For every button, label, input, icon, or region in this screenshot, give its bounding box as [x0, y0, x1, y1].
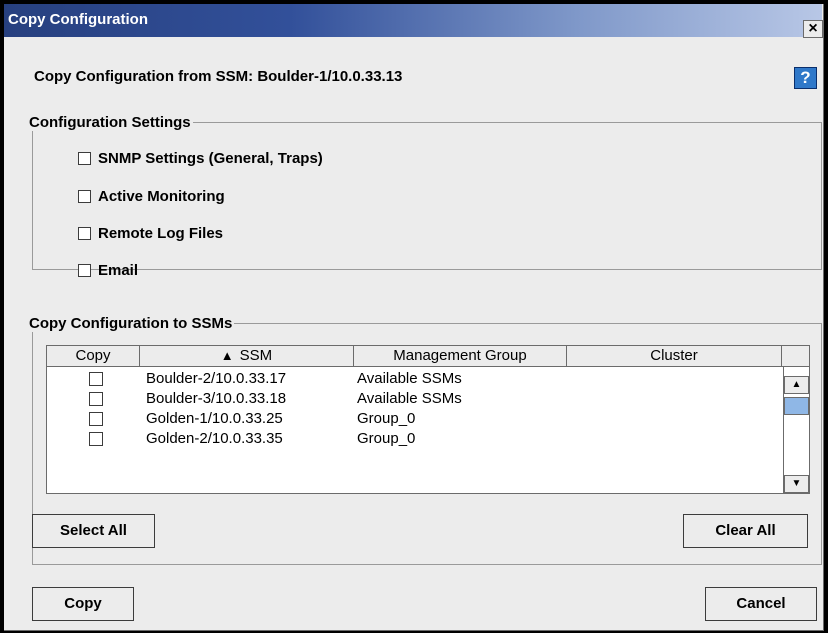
option-remote-log-files[interactable]: Remote Log Files	[78, 225, 223, 242]
copy-button[interactable]: Copy	[32, 587, 134, 621]
clear-all-button[interactable]: Clear All	[683, 514, 808, 548]
table-row[interactable]: Boulder-2/10.0.33.17 Available SSMs	[47, 369, 783, 389]
window-title: Copy Configuration	[8, 11, 148, 28]
row-management-group: Group_0	[357, 410, 416, 427]
scroll-up-arrow-icon[interactable]: ▲	[784, 376, 809, 394]
column-header-ssm[interactable]: ▲ SSM	[140, 346, 354, 366]
source-ssm-label: Copy Configuration from SSM: Boulder-1/1…	[34, 68, 403, 85]
table-row[interactable]: Golden-2/10.0.33.35 Group_0	[47, 429, 783, 449]
option-active-monitoring[interactable]: Active Monitoring	[78, 188, 225, 205]
configuration-settings-legend: Configuration Settings	[29, 114, 191, 131]
cancel-button[interactable]: Cancel	[705, 587, 817, 621]
row-ssm: Golden-1/10.0.33.25	[146, 410, 283, 427]
option-email[interactable]: Email	[78, 262, 138, 279]
column-header-ssm-label: SSM	[239, 347, 273, 364]
snmp-settings-checkbox[interactable]	[78, 152, 91, 165]
active-monitoring-checkbox[interactable]	[78, 190, 91, 203]
row-ssm: Boulder-3/10.0.33.18	[146, 390, 287, 407]
row-copy-checkbox[interactable]	[89, 432, 103, 446]
column-header-copy[interactable]: Copy	[47, 346, 140, 366]
row-management-group: Group_0	[357, 430, 416, 447]
email-checkbox[interactable]	[78, 264, 91, 277]
help-button[interactable]: ?	[794, 67, 817, 89]
row-copy-checkbox[interactable]	[89, 412, 103, 426]
scroll-thumb[interactable]	[784, 397, 809, 415]
snmp-settings-label: SNMP Settings (General, Traps)	[98, 150, 323, 167]
table-row[interactable]: Golden-1/10.0.33.25 Group_0	[47, 409, 783, 429]
option-snmp-settings[interactable]: SNMP Settings (General, Traps)	[78, 150, 323, 167]
row-management-group: Available SSMs	[357, 390, 462, 407]
close-button[interactable]: ×	[803, 20, 823, 38]
row-copy-checkbox[interactable]	[89, 372, 103, 386]
help-icon: ?	[800, 68, 811, 87]
remote-log-files-checkbox[interactable]	[78, 227, 91, 240]
remote-log-files-label: Remote Log Files	[98, 225, 224, 242]
table-row[interactable]: Boulder-3/10.0.33.18 Available SSMs	[47, 389, 783, 409]
row-ssm: Boulder-2/10.0.33.17	[146, 370, 287, 387]
column-header-management-group[interactable]: Management Group	[354, 346, 567, 366]
ssm-table: Copy ▲ SSM Management Group Cluster Bould…	[46, 345, 810, 494]
column-header-cluster[interactable]: Cluster	[567, 346, 782, 366]
select-all-button[interactable]: Select All	[32, 514, 155, 548]
copy-configuration-dialog: Copy Configuration × Copy Configuration …	[4, 4, 824, 631]
row-ssm: Golden-2/10.0.33.35	[146, 430, 283, 447]
table-header: Copy ▲ SSM Management Group Cluster	[47, 346, 809, 367]
row-management-group: Available SSMs	[357, 370, 462, 387]
sort-ascending-icon: ▲	[220, 348, 234, 363]
scroll-down-arrow-icon[interactable]: ▼	[784, 475, 809, 493]
title-bar[interactable]: Copy Configuration	[4, 4, 822, 37]
close-icon: ×	[808, 20, 818, 37]
active-monitoring-label: Active Monitoring	[98, 188, 225, 205]
row-copy-checkbox[interactable]	[89, 392, 103, 406]
copy-to-ssms-legend: Copy Configuration to SSMs	[29, 315, 233, 332]
email-label: Email	[98, 262, 139, 279]
table-scrollbar[interactable]: ▲ ▼	[783, 367, 809, 493]
